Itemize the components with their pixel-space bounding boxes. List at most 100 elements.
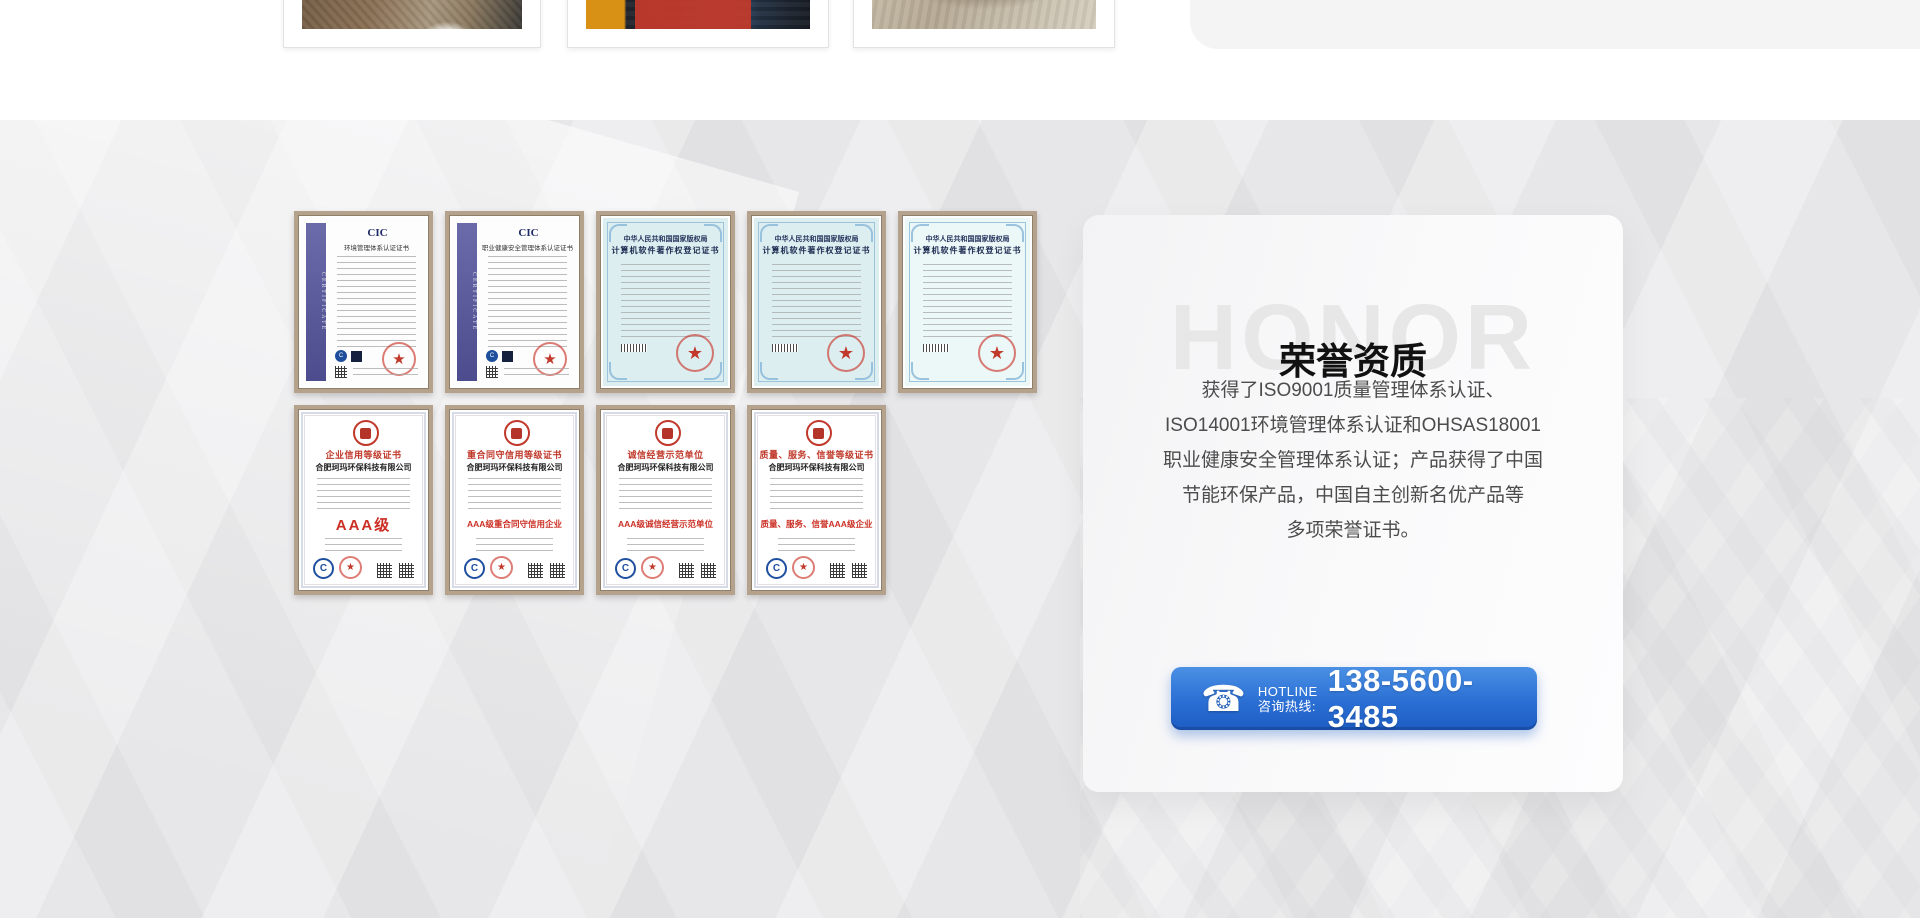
certification-logo-icon: C xyxy=(615,558,636,579)
qr-code-icon xyxy=(399,563,414,578)
certificate-footer-text xyxy=(353,368,418,378)
certificate-face: 中华人民共和国国家版权局计算机软件著作权登记证书★ xyxy=(754,218,879,386)
site-photo-card-3[interactable] xyxy=(853,0,1115,48)
honor-description: 获得了ISO9001质量管理体系认证、 ISO14001环境管理体系认证和OHS… xyxy=(1103,373,1603,548)
company-name: 合肥珂玛环保科技有限公司 xyxy=(452,462,577,473)
certificate-body-text xyxy=(770,478,863,512)
certificate-thumb-credit[interactable]: 质量、服务、信誉等级证书合肥珂玛环保科技有限公司质量、服务、信誉AAA级企业C★ xyxy=(747,405,886,595)
red-star-seal-icon: ★ xyxy=(792,556,815,579)
cic-round-logo: C xyxy=(486,350,498,362)
site-photo-card-2[interactable] xyxy=(567,0,829,48)
qr-code-icon xyxy=(852,563,867,578)
qr-code-icon xyxy=(335,366,347,378)
credit-emblem-icon xyxy=(655,420,681,446)
accreditation-mark-icon xyxy=(502,351,513,362)
honor-section: CERTIFICATECIC环境管理体系认证证书C★CERTIFICATECIC… xyxy=(0,120,1920,918)
certificate-dates xyxy=(476,538,553,556)
description-line: 获得了ISO9001质量管理体系认证、 xyxy=(1103,373,1603,408)
hotline-label-zh: 咨询热线: xyxy=(1258,699,1318,714)
certificate-face: CERTIFICATECIC职业健康安全管理体系认证证书C★ xyxy=(452,218,577,386)
certificate-title: 诚信经营示范单位 xyxy=(603,448,728,461)
certificate-thumb-copyright[interactable]: 中华人民共和国国家版权局计算机软件著作权登记证书★ xyxy=(747,211,886,393)
page: CERTIFICATECIC环境管理体系认证证书C★CERTIFICATECIC… xyxy=(0,0,1920,918)
certificate-face: 中华人民共和国国家版权局计算机软件著作权登记证书 ★ xyxy=(905,218,1030,386)
certificate-face: 企业信用等级证书合肥珂玛环保科技有限公司AAA级C★ xyxy=(301,412,426,588)
barcode-icon xyxy=(621,344,647,352)
accreditation-mark-icon xyxy=(351,351,362,362)
grade-text: AAA级 xyxy=(301,514,426,535)
certificate-thumb-credit[interactable]: 企业信用等级证书合肥珂玛环保科技有限公司AAA级C★ xyxy=(294,405,433,595)
certificate-thumb-cic[interactable]: CERTIFICATECIC职业健康安全管理体系认证证书C★ xyxy=(445,211,584,393)
corner-flourish-icon xyxy=(609,362,627,380)
red-star-seal-icon: ★ xyxy=(641,556,664,579)
certificate-body-text xyxy=(621,264,710,342)
construction-photo-1 xyxy=(302,0,522,29)
red-star-seal-icon: ★ xyxy=(339,556,362,579)
barcode-icon xyxy=(923,344,949,352)
description-line: 职业健康安全管理体系认证；产品获得了中国 xyxy=(1103,443,1603,478)
certificate-body-text xyxy=(772,264,861,342)
corner-flourish-icon xyxy=(911,362,929,380)
qr-code-icon xyxy=(377,563,392,578)
construction-photo-2 xyxy=(586,0,810,29)
company-name: 合肥珂玛环保科技有限公司 xyxy=(603,462,728,473)
grade-text: AAA级诚信经营示范单位 xyxy=(603,518,728,530)
site-photo-card-1[interactable] xyxy=(283,0,541,48)
issuing-authority: 中华人民共和国国家版权局 xyxy=(905,234,1030,244)
issuing-authority: 中华人民共和国国家版权局 xyxy=(603,234,728,244)
company-name: 合肥珂玛环保科技有限公司 xyxy=(301,462,426,473)
certificate-dates xyxy=(627,538,704,556)
hotline-label-en: HOTLINE xyxy=(1258,684,1318,699)
certificate-thumb-credit[interactable]: 重合同守信用等级证书合肥珂玛环保科技有限公司 AAA级重合同守信用企业 C★ xyxy=(445,405,584,595)
certificate-body-text xyxy=(923,264,1012,342)
certificate-body-text xyxy=(337,256,416,348)
description-line: ISO14001环境管理体系认证和OHSAS18001 xyxy=(1103,408,1603,443)
construction-photo-3 xyxy=(872,0,1096,29)
certificate-title: 计算机软件著作权登记证书 xyxy=(603,245,728,256)
certificate-body-text xyxy=(317,478,410,512)
cic-round-logo: C xyxy=(335,350,347,362)
certificate-title: 质量、服务、信誉等级证书 xyxy=(754,448,879,461)
barcode-icon xyxy=(772,344,798,352)
certificate-thumb-copyright[interactable]: 中华人民共和国国家版权局计算机软件著作权登记证书 ★ xyxy=(898,211,1037,393)
phone-icon: ☎ xyxy=(1201,681,1246,717)
gallery-strip xyxy=(0,0,1920,120)
certificate-title: 职业健康安全管理体系认证证书 xyxy=(482,242,573,252)
credit-emblem-icon xyxy=(806,420,832,446)
corner-flourish-icon xyxy=(760,362,778,380)
certificate-face: 中华人民共和国国家版权局计算机软件著作权登记证书 ★ xyxy=(603,218,728,386)
certificate-thumb-copyright[interactable]: 中华人民共和国国家版权局计算机软件著作权登记证书 ★ xyxy=(596,211,735,393)
certificate-thumb-cic[interactable]: CERTIFICATECIC环境管理体系认证证书C★ xyxy=(294,211,433,393)
certificate-title: 计算机软件著作权登记证书 xyxy=(754,245,879,256)
company-name: 合肥珂玛环保科技有限公司 xyxy=(754,462,879,473)
red-star-seal-icon: ★ xyxy=(490,556,513,579)
adjacent-section-panel xyxy=(1190,0,1920,49)
certificate-title: 企业信用等级证书 xyxy=(301,448,426,461)
red-star-seal-icon: ★ xyxy=(676,334,714,372)
certificate-body-text xyxy=(619,478,712,512)
certificate-footer-text xyxy=(504,368,569,378)
qr-code-icon xyxy=(701,563,716,578)
certificate-thumb-credit[interactable]: 诚信经营示范单位合肥珂玛环保科技有限公司 AAA级诚信经营示范单位 C★ xyxy=(596,405,735,595)
description-line: 节能环保产品，中国自主创新名优产品等 xyxy=(1103,478,1603,513)
certificate-face: CERTIFICATECIC环境管理体系认证证书C★ xyxy=(301,218,426,386)
certificate-title: 重合同守信用等级证书 xyxy=(452,448,577,461)
certification-logo-icon: C xyxy=(766,558,787,579)
certificate-grid: CERTIFICATECIC环境管理体系认证证书C★CERTIFICATECIC… xyxy=(294,211,1037,797)
red-star-seal-icon: ★ xyxy=(978,334,1016,372)
certificate-dates xyxy=(325,538,402,556)
certifier-logo: CIC xyxy=(335,227,420,239)
hotline-button[interactable]: ☎ HOTLINE 咨询热线: 138-5600-3485 xyxy=(1171,667,1537,730)
qr-code-icon xyxy=(679,563,694,578)
certificate-title: 计算机软件著作权登记证书 xyxy=(905,245,1030,256)
certificate-face: 重合同守信用等级证书合肥珂玛环保科技有限公司 AAA级重合同守信用企业 C★ xyxy=(452,412,577,588)
certificate-face: 质量、服务、信誉等级证书合肥珂玛环保科技有限公司质量、服务、信誉AAA级企业C★ xyxy=(754,412,879,588)
qr-code-icon xyxy=(550,563,565,578)
certificate-side-band: CERTIFICATE xyxy=(306,223,326,381)
grade-text: AAA级重合同守信用企业 xyxy=(452,518,577,530)
certificate-face: 诚信经营示范单位合肥珂玛环保科技有限公司 AAA级诚信经营示范单位 C★ xyxy=(603,412,728,588)
certification-logo-icon: C xyxy=(464,558,485,579)
qr-code-icon xyxy=(528,563,543,578)
hotline-labels: HOTLINE 咨询热线: xyxy=(1258,684,1318,714)
qr-code-icon xyxy=(486,366,498,378)
